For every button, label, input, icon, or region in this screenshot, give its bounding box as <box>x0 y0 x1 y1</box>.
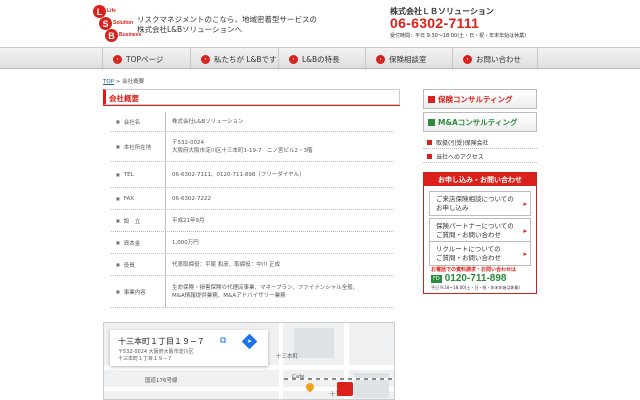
square-icon <box>428 118 435 126</box>
contact-box-title: お申し込み・お問い合わせ <box>424 173 536 186</box>
insurance-companies-link[interactable]: 取扱(引受)保険会社 <box>423 136 537 149</box>
divider <box>103 105 400 106</box>
link-label: 取扱(引受)保険会社 <box>436 139 489 147</box>
table-row: 会社名 株式会社L&Bソリューション <box>111 112 394 132</box>
row-value-line: 生命保険・損害保険の代理店事業、マネープラン、ファイナンシャル全般、 <box>172 284 359 291</box>
map-info-card: 十三本町１丁目１９−７ 〒532-0024 大阪府大阪市淀川区 十三本町１丁目１… <box>110 330 268 366</box>
contact-hours: 平日 9:30～18:00(土・日・祝・年末年始は休業) <box>431 285 520 290</box>
table-row: 資本金 1,000万円 <box>111 232 394 254</box>
header-tagline: リスクマネジメントのこなら、地域密着型サービスの 株式会社L&Bソリューションへ <box>137 15 337 35</box>
button-label-line: 保険パートナーについての <box>436 222 514 230</box>
row-key: TEL <box>111 162 166 187</box>
row-value: 平成21年9月 <box>172 217 205 224</box>
free-dial[interactable]: FD 0120-711-898 <box>431 273 529 284</box>
map-label-town: 十三本町 <box>276 354 299 360</box>
logo-letter-b: B <box>105 29 118 42</box>
map-address-line2: 十三本町１丁目１９−７ <box>118 356 173 362</box>
row-value: 生命保険・損害保険の代理店事業、マネープラン、ファイナンシャル全般、 M&A情報… <box>172 276 358 307</box>
chevron-right-icon: › <box>463 54 472 64</box>
row-key: 事業内容 <box>111 276 166 307</box>
row-key: 資本金 <box>111 232 166 253</box>
chevron-right-icon: › <box>289 54 298 64</box>
link-label: 当社へのアクセス <box>436 153 484 161</box>
row-value-line: M&A情報提供業務、M&Aアドバイザリー業務 <box>172 292 286 299</box>
train-station-icon <box>337 382 353 396</box>
nav-item-label: 私たちが L&Bです <box>214 54 277 64</box>
button-label-line: お申し込み <box>436 204 469 212</box>
map-place-title: 十三本町１丁目１９−７ <box>118 337 205 346</box>
global-nav: › TOPページ › 私たちが L&Bです › L&Bの特長 › 保険相談室 ›… <box>0 47 640 70</box>
nav-item-label: 保険相談室 <box>389 54 427 64</box>
chevron-right-icon: › <box>113 54 122 64</box>
chevron-right-icon: › <box>201 54 210 64</box>
breadcrumb: TOP > 会社概要 <box>103 77 144 85</box>
row-value-line: 〒532-0024 <box>172 139 204 146</box>
table-row: 役員 代表取締役：平尾 和彦、取締役：中川 正成 <box>111 254 394 276</box>
free-dial-number: 0120-711-898 <box>444 273 507 284</box>
contact-box: お申し込み・お問い合わせ ご来店保険相談についての お申し込み 保険パートナーに… <box>423 172 537 294</box>
row-value: 06-6302-7111、0120-711-898（フリーダイヤル） <box>172 171 305 178</box>
row-value: 〒532-0024 大阪府大阪市淀川区十三本町1-19-7 ニノ宮ビル2・3階 <box>172 132 312 161</box>
button-label-line: ご来店保険相談についての <box>436 195 514 203</box>
nav-item-contact[interactable]: › お問い合わせ <box>453 48 538 70</box>
row-value: 06-6302-7222 <box>172 195 211 202</box>
row-value-line: 大阪府大阪市淀川区十三本町1-19-7 ニノ宮ビル2・3階 <box>172 147 313 154</box>
nav-item-consulting-room[interactable]: › 保険相談室 <box>366 48 453 70</box>
breadcrumb-top-link[interactable]: TOP <box>103 79 114 85</box>
button-label-line: ご質問・お問い合わせ <box>436 231 501 239</box>
table-row: 本社所在地 〒532-0024 大阪府大阪市淀川区十三本町1-19-7 ニノ宮ビ… <box>111 132 394 162</box>
row-key: FAX <box>111 188 166 209</box>
store-consultation-button[interactable]: ご来店保険相談についての お申し込み <box>429 191 531 216</box>
logo-word-solution: Solution <box>113 20 133 26</box>
insurance-consulting-button[interactable]: 保険コンサルティング <box>423 89 537 109</box>
header-phone[interactable]: 06-6302-7111 <box>390 15 479 31</box>
nav-item-about[interactable]: › 私たちが L&Bです <box>191 48 279 70</box>
row-value: 株式会社L&Bソリューション <box>172 118 244 125</box>
breadcrumb-separator: > <box>114 79 123 85</box>
button-label: M&Aコンサルティング <box>438 117 518 127</box>
row-value: 代表取締役：平尾 和彦、取締役：中川 正成 <box>172 261 280 268</box>
chevron-right-icon: › <box>376 54 385 64</box>
nav-item-label: L&Bの特長 <box>302 54 340 64</box>
header-hours: 受付時間：平日 9:30～18:00(土・日・祝・年末年始は休業) <box>390 33 527 39</box>
partner-inquiry-button[interactable]: 保険パートナーについての ご質問・お問い合わせ <box>429 218 531 243</box>
map-label-cafe: Cafe <box>292 374 305 380</box>
logo-word-life: Life <box>107 8 116 14</box>
tagline-line1: リスクマネジメントのこなら、地域密着型サービスの <box>137 15 317 24</box>
button-label-line: ご質問・お問い合わせ <box>436 254 501 262</box>
row-key: 役員 <box>111 254 166 275</box>
row-key: 本社所在地 <box>111 132 166 161</box>
bullet-icon <box>427 153 432 159</box>
recruit-inquiry-button[interactable]: リクルートについての ご質問・お問い合わせ <box>429 241 531 266</box>
nav-item-top[interactable]: › TOPページ <box>103 48 191 70</box>
nav-item-label: TOPページ <box>126 54 164 64</box>
ma-consulting-button[interactable]: M&Aコンサルティング <box>423 112 537 132</box>
access-link[interactable]: 当社へのアクセス <box>423 150 537 163</box>
bullet-icon <box>427 139 432 145</box>
external-link-icon[interactable]: ⧉ <box>220 336 230 346</box>
page-title: 会社概要 <box>103 89 400 105</box>
contact-phone-note: お電話での資料請求・お問い合わせは <box>431 267 517 273</box>
directions-icon[interactable]: ➤ <box>241 333 258 350</box>
map-address-line1: 〒532-0024 大阪府大阪市淀川区 <box>118 349 194 355</box>
free-dial-icon: FD <box>431 274 442 283</box>
map-label-road: 国道176号線 <box>145 378 178 384</box>
row-key: 設 立 <box>111 210 166 231</box>
company-logo[interactable]: L S B Life Solution Business <box>93 5 141 43</box>
row-key: 会社名 <box>111 112 166 131</box>
table-row: TEL 06-6302-7111、0120-711-898（フリーダイヤル） <box>111 162 394 188</box>
site-header: L S B Life Solution Business リスクマネジメントのこ… <box>0 0 640 44</box>
square-icon <box>428 95 435 103</box>
row-value: 1,000万円 <box>172 239 199 246</box>
tagline-line2: 株式会社L&Bソリューションへ <box>137 25 243 34</box>
page-title-text: 会社概要 <box>109 94 139 103</box>
nav-item-features[interactable]: › L&Bの特長 <box>279 48 366 70</box>
nav-item-label: お問い合わせ <box>476 54 521 64</box>
table-row: 事業内容 生命保険・損害保険の代理店事業、マネープラン、ファイナンシャル全般、 … <box>111 276 394 308</box>
button-label-line: リクルートについての <box>436 245 501 253</box>
table-row: FAX 06-6302-7222 <box>111 188 394 210</box>
button-label: 保険コンサルティング <box>438 94 513 104</box>
breadcrumb-current: 会社概要 <box>122 79 145 85</box>
table-row: 設 立 平成21年9月 <box>111 210 394 232</box>
